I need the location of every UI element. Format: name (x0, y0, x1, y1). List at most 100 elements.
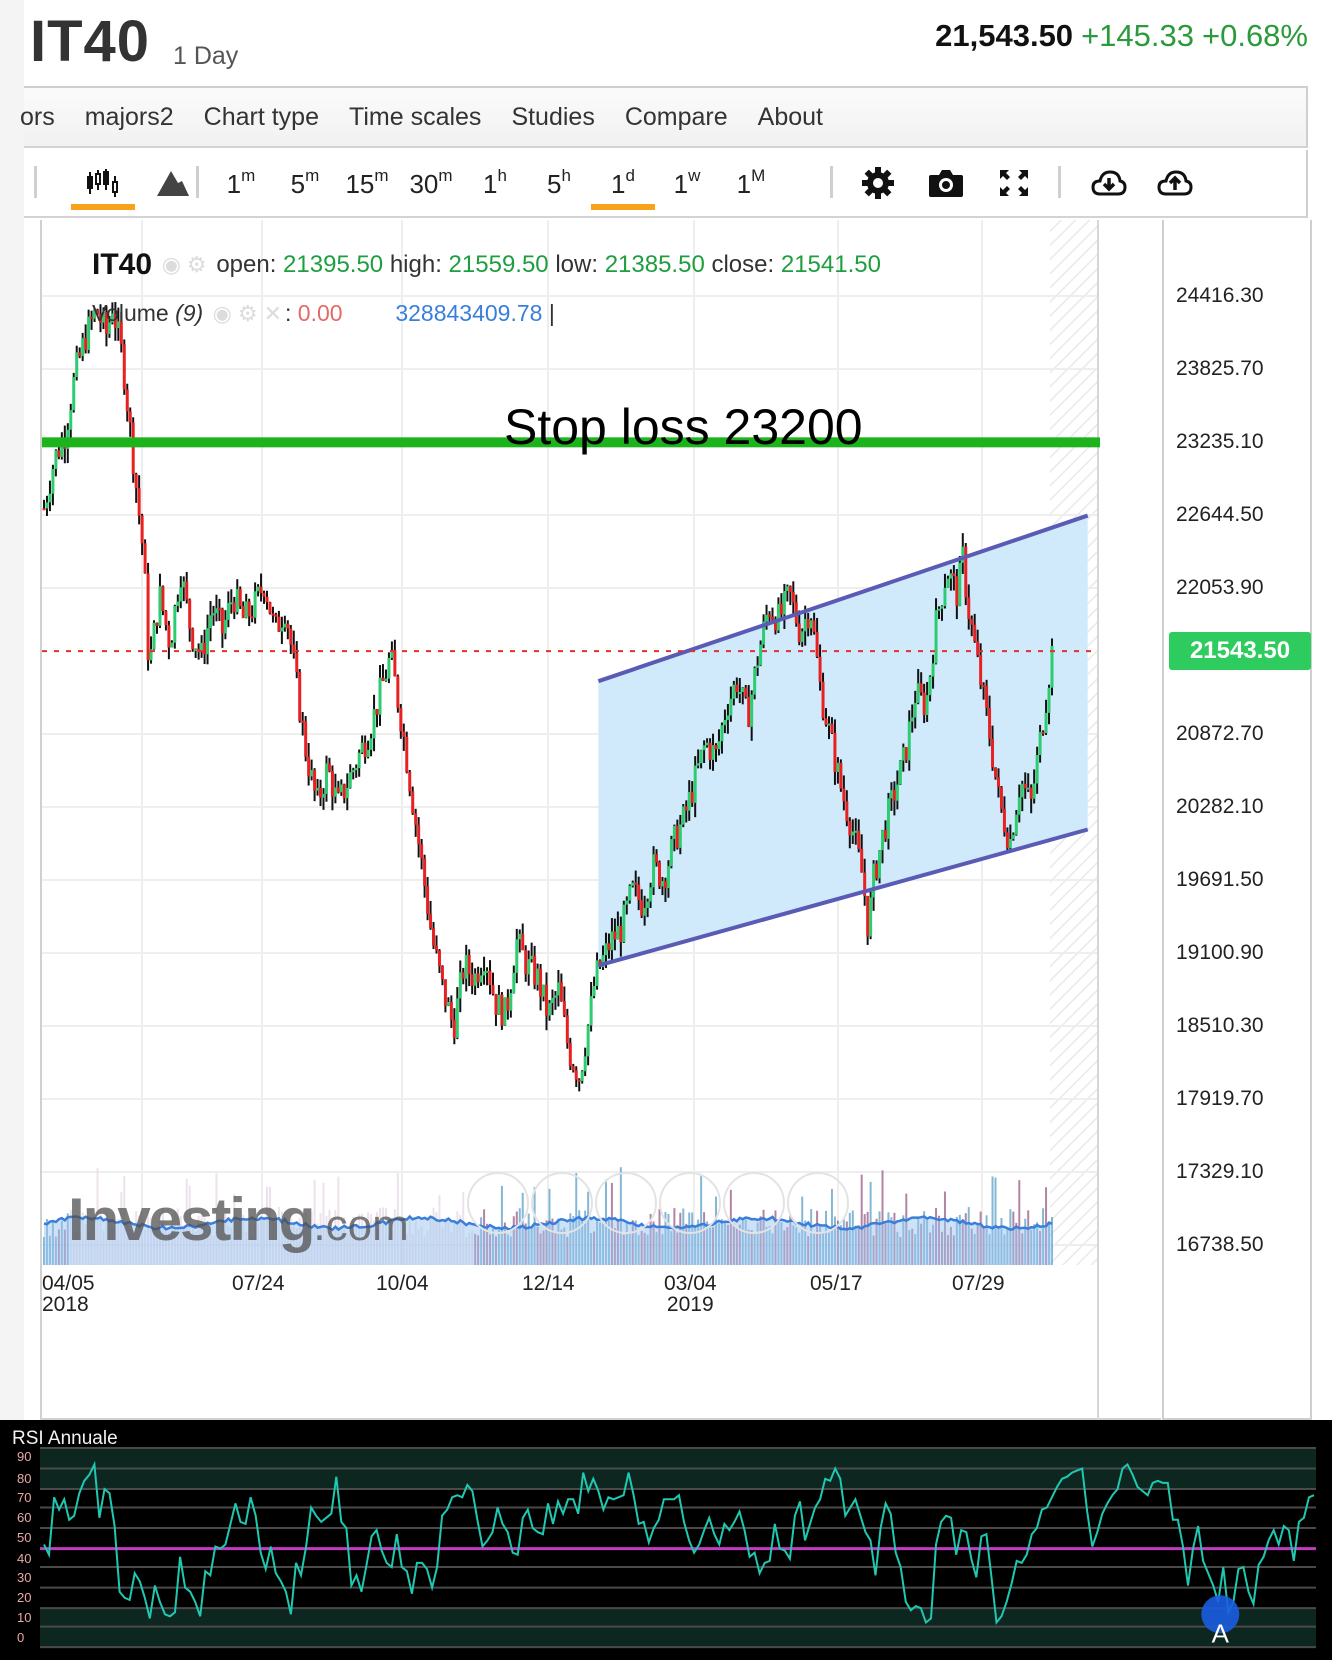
menu-majors2[interactable]: majors2 (85, 103, 174, 132)
menu-studies[interactable]: Studies (511, 103, 594, 132)
candle-body (313, 770, 317, 791)
candle-body (702, 745, 706, 751)
volume-ma-value: 328843409.78 (395, 300, 543, 326)
candle-body (660, 881, 664, 887)
candle-body (1035, 755, 1039, 784)
menu-indicators[interactable]: ors (20, 103, 55, 132)
gear-icon[interactable]: ⚙ (238, 301, 258, 326)
candle-body (616, 926, 620, 940)
eye-icon[interactable]: ◉ (213, 301, 232, 326)
candle-body (316, 787, 320, 791)
gear-icon[interactable]: ⚙ (187, 252, 207, 277)
timeframe-1h[interactable]: 1h (464, 150, 526, 216)
menu-compare[interactable]: Compare (625, 103, 728, 132)
candle-body (949, 573, 953, 579)
close-icon[interactable]: ✕ (264, 301, 282, 326)
candlestick-chart-button[interactable] (68, 150, 138, 216)
menu-chart-type[interactable]: Chart type (204, 103, 319, 132)
candle-body (684, 806, 688, 811)
candle-body (536, 968, 540, 985)
candle-body (220, 608, 224, 634)
settings-button[interactable] (854, 150, 902, 216)
rsi-title: RSI Annuale (12, 1428, 118, 1449)
candle-body (152, 622, 156, 650)
timeframe-5m[interactable]: 5m (274, 150, 336, 216)
candle-body (440, 966, 444, 980)
left-gutter (0, 0, 24, 1420)
timeframe-5h[interactable]: 5h (528, 150, 590, 216)
y-tick-label: 19691.50 (1176, 868, 1264, 891)
candle-body (372, 709, 376, 739)
candle-body (286, 623, 290, 629)
candle-body (580, 1071, 584, 1082)
candle-body (556, 982, 560, 996)
candle-body (527, 959, 531, 975)
candle-body (643, 907, 647, 916)
rsi-panel[interactable]: A RSI Annuale 90 80 70 60 50 40 30 20 10 0 (0, 1420, 1332, 1660)
candle-body (384, 678, 388, 681)
candle-body (776, 603, 780, 631)
candle-body (137, 488, 141, 516)
candle-body (405, 736, 409, 773)
candle-body (916, 683, 920, 703)
timeframe-unit: m (305, 166, 320, 185)
candle-body (946, 578, 950, 588)
timeframe-1m[interactable]: 1m (210, 150, 272, 216)
candle-body (360, 742, 364, 753)
timeframe-1d[interactable]: 1d (592, 150, 654, 216)
candle-body (327, 763, 331, 772)
candle-body (669, 839, 673, 867)
candle-body (310, 770, 314, 777)
rsi-tick-label: 50 (17, 1530, 32, 1546)
y-tick-label: 20282.10 (1176, 795, 1264, 818)
cloud-download-icon (1091, 170, 1127, 196)
timeframe-1M[interactable]: 1M (720, 150, 782, 216)
current-price-tag: 21543.50 (1169, 632, 1311, 671)
timeframe-15m[interactable]: 15m (336, 150, 398, 216)
candle-body (898, 760, 902, 785)
high-label: high: (389, 251, 442, 278)
candle-body (461, 972, 465, 979)
upload-button[interactable] (1150, 150, 1200, 216)
candle-body (833, 732, 837, 772)
candlestick-icon (87, 169, 118, 197)
mountain-chart-icon (157, 171, 189, 196)
timeframe-number: 1 (483, 169, 498, 199)
volume-legend: Volume (9) ◉ ⚙ ✕: 0.00 328843409.78 | (92, 300, 555, 326)
menu-about[interactable]: About (758, 103, 823, 132)
candle-body (81, 338, 85, 356)
screenshot-button[interactable] (922, 150, 970, 216)
candle-body (140, 515, 144, 544)
candle-body (506, 997, 510, 1011)
candle-body (655, 854, 659, 863)
menu-time-scales[interactable]: Time scales (349, 103, 481, 132)
high-value: 21559.50 (448, 251, 549, 278)
candle-body (396, 676, 400, 708)
candle-body (182, 581, 186, 588)
candle-body (1041, 731, 1045, 734)
timeframe-number: 1 (611, 169, 626, 199)
candle-body (375, 709, 379, 715)
download-button[interactable] (1084, 150, 1134, 216)
candle-body (271, 613, 275, 616)
candle-body (247, 601, 251, 617)
mountain-chart-button[interactable] (146, 150, 200, 216)
x-tick-label: 07/24 (232, 1273, 285, 1294)
y-tick-label: 17919.70 (1176, 1087, 1264, 1110)
candle-body (809, 620, 813, 629)
timeframe-1w[interactable]: 1w (656, 150, 718, 216)
price-chart-panel[interactable]: IT40 ◉ ⚙ open: 21395.50 high: 21559.50 lo… (40, 220, 1161, 1420)
x-tick-date: 05/17 (810, 1272, 863, 1295)
candle-body (545, 984, 549, 1016)
fullscreen-button[interactable] (990, 150, 1038, 216)
candle-body (928, 676, 932, 696)
candle-body (738, 691, 742, 694)
candle-body (301, 720, 305, 723)
candle-body (1002, 808, 1006, 833)
timeframe-30m[interactable]: 30m (400, 150, 462, 216)
legend-symbol: IT40 (92, 248, 153, 281)
candle-body (663, 881, 667, 889)
price-axis[interactable]: 24416.30 23825.70 23235.10 22644.50 22053.90… (1162, 220, 1312, 1420)
eye-icon[interactable]: ◉ (162, 252, 181, 277)
y-tick-label: 18510.30 (1176, 1014, 1264, 1037)
